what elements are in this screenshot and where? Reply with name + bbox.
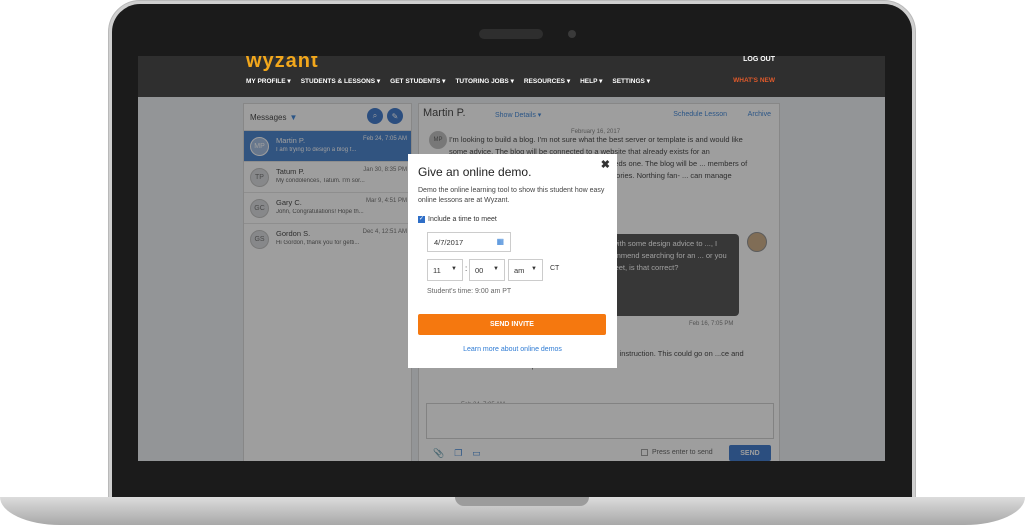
ampm-select[interactable]: am ▼: [508, 259, 543, 281]
caret-down-icon: ▼: [451, 266, 457, 272]
caret-down-icon: ▼: [531, 266, 537, 272]
modal-description: Demo the online learning tool to show th…: [418, 187, 605, 204]
include-time-option[interactable]: ✓ Include a time to meet: [418, 216, 497, 223]
student-time: Student's time: 9:00 am PT: [427, 288, 512, 295]
minute-select[interactable]: 00 ▼: [469, 259, 505, 281]
nav-tutoring-jobs[interactable]: TUTORING JOBS ▾: [455, 77, 513, 85]
nav-resources[interactable]: RESOURCES ▾: [524, 77, 570, 85]
hour-select[interactable]: 11 ▼: [427, 259, 463, 281]
caret-down-icon: ▼: [493, 266, 499, 272]
modal-title: Give an online demo.: [418, 165, 532, 179]
camera-icon: [568, 30, 576, 38]
logout-link[interactable]: LOG OUT: [743, 56, 775, 63]
screen: wyzant LOG OUT MY PROFILE ▾ STUDENTS & L…: [138, 56, 885, 461]
nav-help[interactable]: HELP ▾: [580, 77, 602, 85]
date-value: 4/7/2017: [434, 238, 464, 247]
whats-new-link[interactable]: WHAT'S NEW: [733, 77, 775, 84]
close-icon[interactable]: ✖: [601, 158, 610, 171]
laptop-notch: [455, 497, 589, 506]
online-demo-modal: ✖ Give an online demo. Demo the online l…: [408, 154, 617, 368]
sensor-bar: [479, 29, 543, 39]
main-nav: MY PROFILE ▾ STUDENTS & LESSONS ▾ GET ST…: [246, 77, 650, 85]
wyzant-logo[interactable]: wyzant: [246, 56, 319, 73]
date-input[interactable]: 4/7/2017 ▦: [427, 232, 511, 252]
hour-value: 11: [433, 266, 441, 275]
nav-my-profile[interactable]: MY PROFILE ▾: [246, 77, 291, 85]
send-invite-button[interactable]: SEND INVITE: [418, 314, 606, 335]
time-separator: :: [465, 264, 468, 273]
ampm-value: am: [514, 266, 525, 275]
minute-value: 00: [475, 266, 484, 275]
top-bar: wyzant LOG OUT MY PROFILE ▾ STUDENTS & L…: [138, 56, 885, 97]
include-time-checkbox[interactable]: ✓: [418, 216, 425, 223]
nav-settings[interactable]: SETTINGS ▾: [612, 77, 650, 85]
nav-get-students[interactable]: GET STUDENTS ▾: [390, 77, 445, 85]
timezone-label: CT: [550, 265, 560, 272]
calendar-icon[interactable]: ▦: [496, 237, 504, 246]
learn-more-link[interactable]: Learn more about online demos: [408, 346, 617, 353]
nav-students-lessons[interactable]: STUDENTS & LESSONS ▾: [301, 77, 380, 85]
laptop-frame: wyzant LOG OUT MY PROFILE ▾ STUDENTS & L…: [0, 0, 1025, 525]
include-time-label: Include a time to meet: [428, 216, 497, 223]
